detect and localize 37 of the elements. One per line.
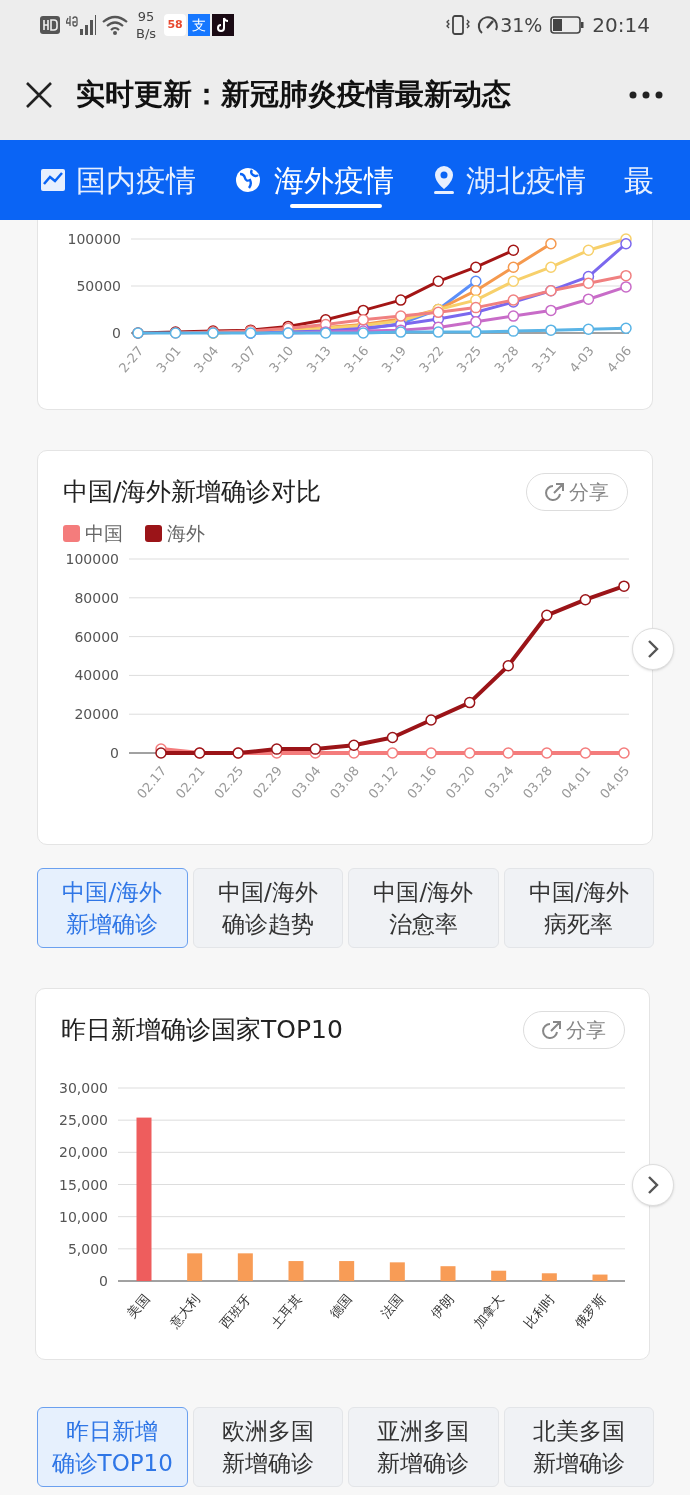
battery-percent: 31% [500, 12, 543, 38]
axis-label: 60000 [74, 628, 119, 645]
axis-label: 5,000 [67, 1240, 108, 1257]
axis-label: 0 [99, 1273, 108, 1289]
clock: 20:14 [592, 12, 650, 39]
axis-label: 20,000 [59, 1144, 108, 1161]
axis-label: 40000 [74, 666, 119, 683]
legend-label: 中国 [85, 521, 123, 546]
axis-label: 80000 [74, 589, 119, 606]
axis-label: 伊朗 [428, 1291, 457, 1321]
axis-label: 15,000 [59, 1176, 108, 1193]
axis-label: 美国 [124, 1291, 153, 1321]
chart-title: 昨日新增确诊国家TOP10 [61, 1014, 343, 1047]
app-icon: 支 [188, 14, 211, 36]
axis-label: 100000 [65, 550, 119, 567]
axis-label: 意大利 [166, 1291, 203, 1331]
axis-label: 100000 [67, 231, 121, 247]
axis-label: 法国 [377, 1291, 406, 1321]
axis-label: 俄罗斯 [571, 1291, 609, 1331]
axis-label: 20000 [74, 705, 119, 722]
legend-label: 海外 [167, 521, 205, 546]
axis-label: 50000 [76, 278, 121, 294]
axis-label: 加拿大 [470, 1291, 507, 1331]
axis-label: 25,000 [59, 1112, 108, 1129]
axis-label: 比利时 [521, 1291, 558, 1331]
app-icon: 58 [164, 14, 187, 36]
axis-label: 德国 [326, 1291, 355, 1321]
axis-label: 10,000 [59, 1208, 108, 1225]
axis-label: 西班牙 [217, 1291, 254, 1331]
axis-label: 0 [112, 325, 121, 341]
axis-label: 土耳其 [267, 1291, 305, 1331]
network-speed: 95 [137, 8, 155, 25]
chart-title: 中国/海外新增确诊对比 [63, 476, 322, 509]
page-title: 实时更新：新冠肺炎疫情最新动态 [76, 76, 512, 114]
axis-label: 0 [110, 744, 119, 761]
axis-label: 30,000 [59, 1080, 108, 1096]
network-unit: B/s [136, 25, 157, 42]
